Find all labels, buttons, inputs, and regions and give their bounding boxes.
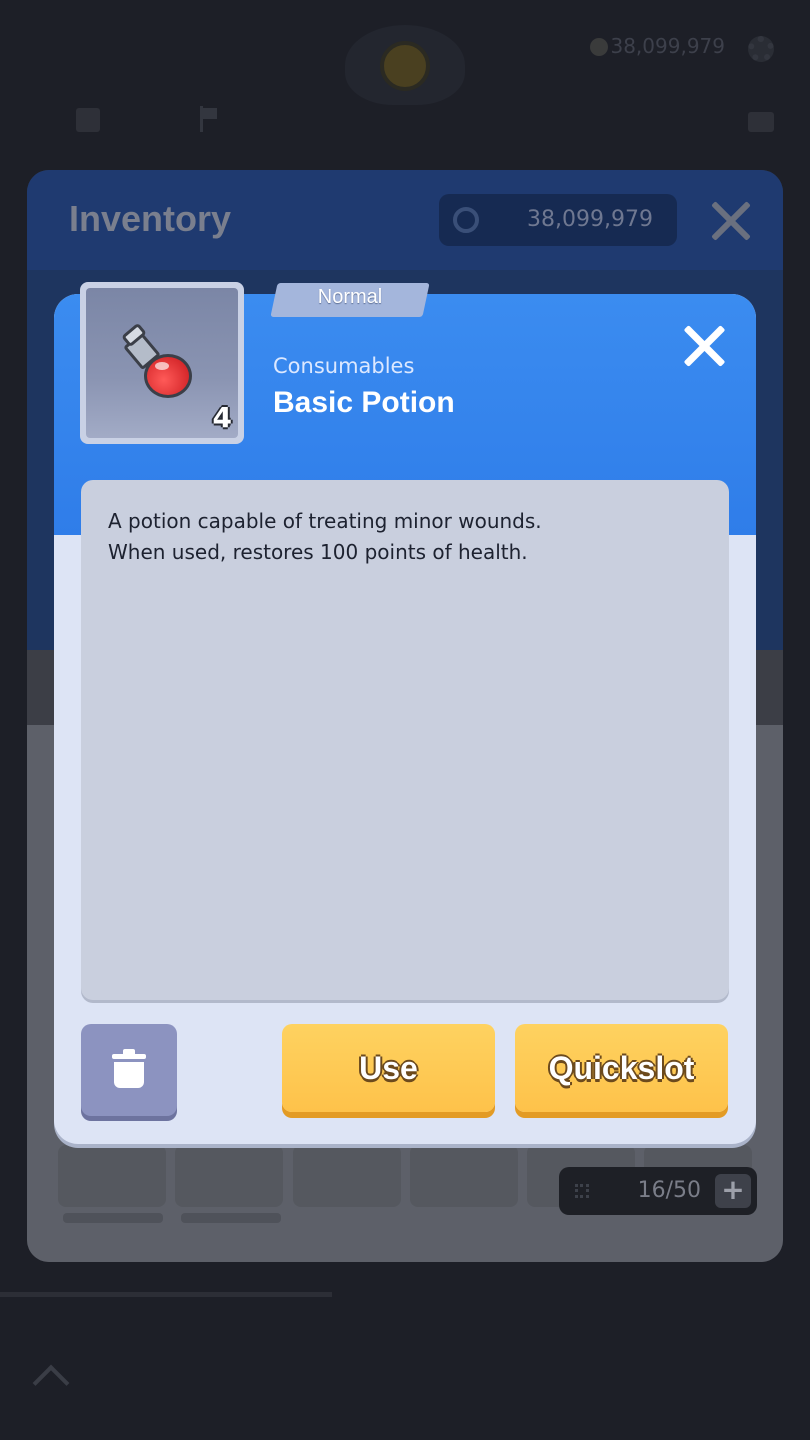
use-button[interactable]: Use xyxy=(282,1024,495,1112)
inventory-slot xyxy=(175,1145,283,1207)
flag-icon xyxy=(200,106,220,132)
chevron-up-icon xyxy=(32,1364,70,1402)
coin-icon xyxy=(453,207,479,233)
inventory-header: Inventory 38,099,979 xyxy=(27,170,783,270)
coin-icon xyxy=(590,38,608,56)
slot-caption xyxy=(181,1213,281,1223)
inventory-slot xyxy=(58,1145,166,1207)
description-line: When used, restores 100 points of health… xyxy=(108,540,528,564)
player-emblem xyxy=(345,25,465,105)
add-capacity-button: + xyxy=(715,1174,751,1208)
menu-icon xyxy=(76,108,100,132)
quickslot-button[interactable]: Quickslot xyxy=(515,1024,728,1112)
gear-icon xyxy=(748,36,774,62)
item-description-box: A potion capable of treating minor wound… xyxy=(81,480,729,1000)
close-button[interactable] xyxy=(680,322,728,370)
chat-icon xyxy=(748,112,774,132)
inventory-close-icon xyxy=(707,198,753,244)
trash-icon-body xyxy=(114,1062,144,1088)
potion-body-icon xyxy=(144,354,192,398)
inventory-capacity: 16/50 + xyxy=(559,1167,757,1215)
item-category: Consumables xyxy=(273,354,415,378)
delete-button[interactable] xyxy=(81,1024,177,1116)
game-hud: 38,099,979 xyxy=(0,0,810,170)
grid-icon xyxy=(575,1184,589,1198)
progress-line xyxy=(0,1292,332,1297)
slot-caption xyxy=(63,1213,163,1223)
trash-icon xyxy=(112,1049,146,1059)
item-icon-frame: 4 xyxy=(80,282,244,444)
inventory-slot xyxy=(410,1145,518,1207)
item-icon: 4 xyxy=(86,288,238,438)
item-count: 4 xyxy=(212,401,232,434)
player-avatar xyxy=(380,41,430,91)
inventory-slot xyxy=(293,1145,401,1207)
hud-currency-value: 38,099,979 xyxy=(610,34,725,58)
description-line: A potion capable of treating minor wound… xyxy=(108,509,542,533)
rarity-label: Normal xyxy=(317,286,383,308)
item-name: Basic Potion xyxy=(273,386,455,419)
capacity-value: 16/50 xyxy=(637,1178,701,1203)
inventory-currency: 38,099,979 xyxy=(439,194,677,246)
inventory-title: Inventory xyxy=(69,198,232,239)
inventory-currency-value: 38,099,979 xyxy=(527,207,653,232)
